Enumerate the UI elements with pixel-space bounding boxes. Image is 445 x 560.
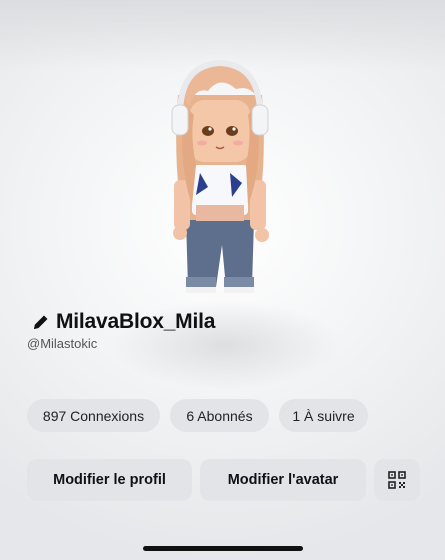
edit-avatar-button[interactable]: Modifier l'avatar	[200, 459, 366, 501]
stats-row: 897 Connexions 6 Abonnés 1 À suivre	[27, 399, 368, 432]
display-name-row: MilavaBlox_Mila	[32, 310, 215, 334]
home-indicator[interactable]	[143, 546, 303, 551]
username: @Milastokic	[27, 336, 98, 351]
following-button[interactable]: 1 À suivre	[279, 399, 368, 432]
qr-code-icon	[388, 471, 406, 489]
pencil-icon[interactable]	[32, 313, 50, 331]
qr-code-button[interactable]	[374, 459, 420, 501]
display-name: MilavaBlox_Mila	[56, 310, 216, 333]
edit-profile-button[interactable]: Modifier le profil	[27, 459, 192, 501]
avatar-image[interactable]	[150, 55, 290, 310]
followers-button[interactable]: 6 Abonnés	[170, 399, 269, 432]
profile-actions: Modifier le profil Modifier l'avatar	[27, 459, 420, 501]
connections-button[interactable]: 897 Connexions	[27, 399, 160, 432]
